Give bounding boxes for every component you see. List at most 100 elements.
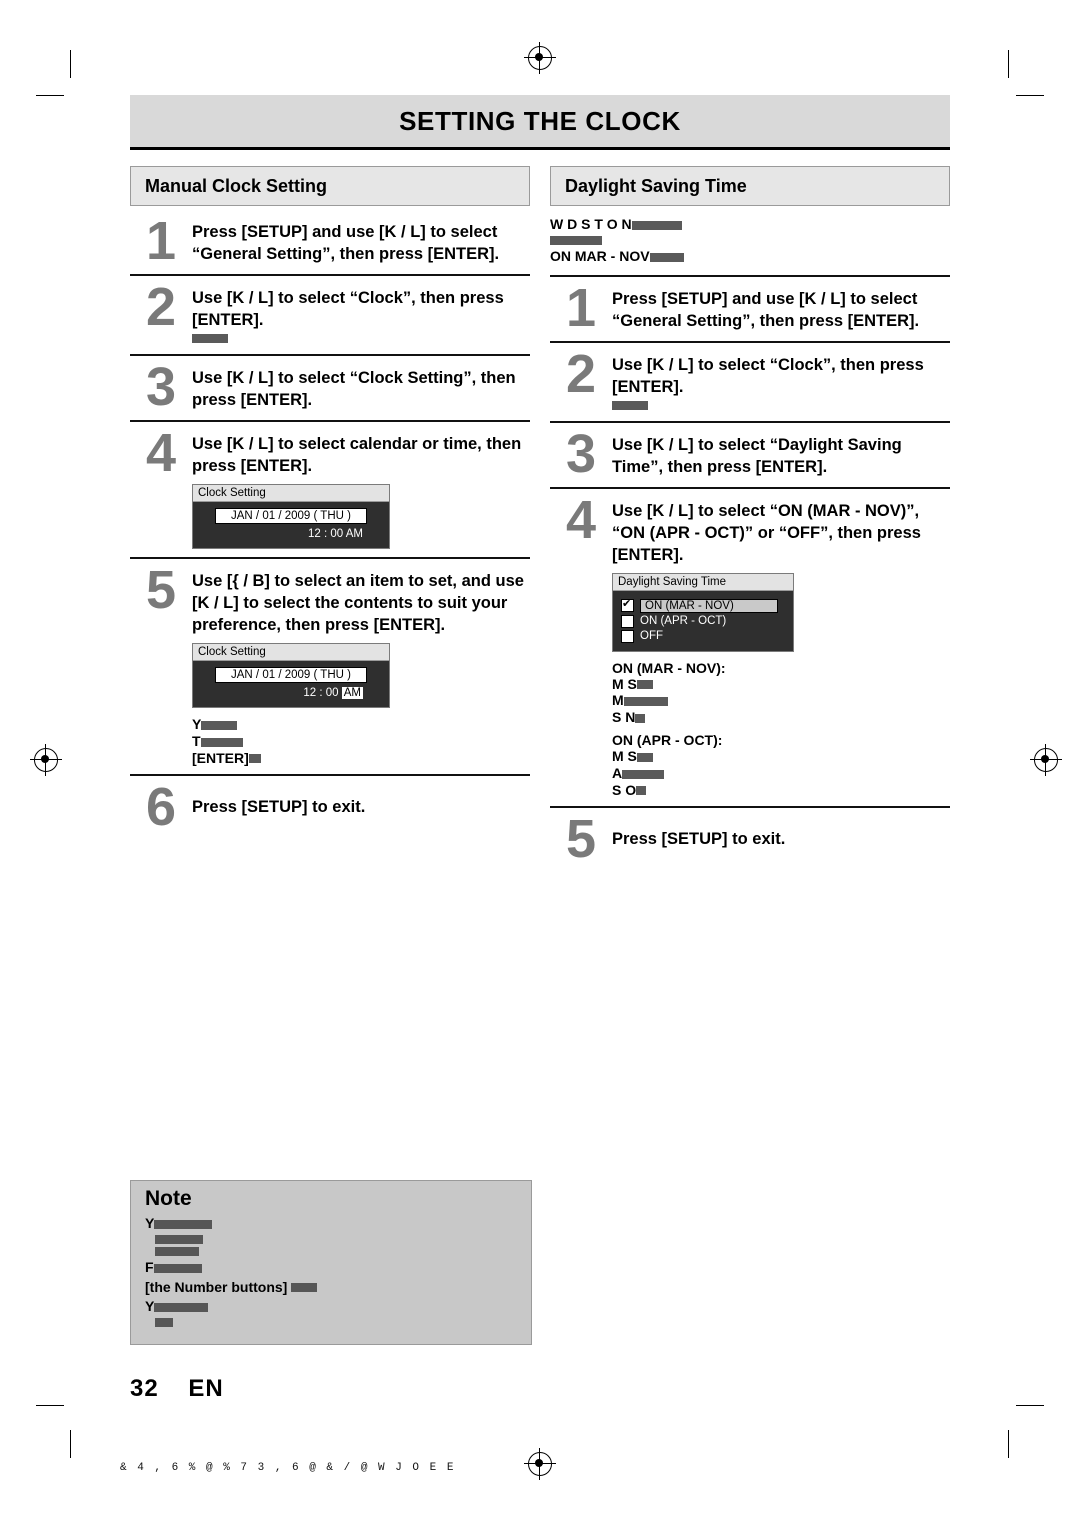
note-text: Y (145, 1215, 155, 1231)
blurred-text (153, 1263, 202, 1273)
dst-step-3: 3 Use [K / L] to select “Daylight Saving… (550, 423, 950, 489)
dst-step-2: 2 Use [K / L] to select “Clock”, then pr… (550, 343, 950, 423)
blurred-text (631, 220, 682, 230)
osd-body: JAN / 01 / 2009 ( THU ) 12 : 00 AM (193, 661, 389, 707)
blurred-text (201, 720, 238, 730)
step-body: Use [K / L] to select “Clock Setting”, t… (192, 362, 530, 411)
caption-group-on-apr-oct: ON (APR - OCT): M S A S O (612, 732, 950, 798)
dst-step-5: 5 Press [SETUP] to exit. (550, 808, 950, 872)
blurred-text (612, 400, 648, 410)
note-line-tail: Y (145, 1298, 517, 1315)
caption-line: M (612, 692, 950, 709)
registration-mark-top (524, 42, 556, 74)
crop-mark-left-upper (36, 95, 64, 96)
step-body: Use [K / L] to select calendar or time, … (192, 428, 530, 549)
step-body: Use [{ / B] to select an item to set, an… (192, 565, 530, 766)
caption-group-on-mar-nov: ON (MAR - NOV): M S M S N (612, 660, 950, 726)
page-language: EN (188, 1375, 224, 1402)
step-number: 4 (565, 489, 597, 550)
footnote-line-3: [ENTER] (192, 750, 530, 767)
right-column: Daylight Saving Time W D S T O N ON MAR … (550, 166, 950, 872)
caption-line: S N (612, 709, 950, 726)
page-footer: & 4 , 6 % @ % 7 3 , 6 @ & / @ W J O E E (120, 1462, 456, 1474)
blurred-text (192, 334, 228, 343)
osd-option-on-apr-oct[interactable]: ON (APR - OCT) (621, 614, 785, 628)
step-number: 2 (565, 343, 597, 404)
step-text: Press [SETUP] and use [K / L] to select … (612, 289, 920, 330)
step-text: Use [K / L] to select “Clock”, then pres… (612, 355, 924, 396)
blurred-text (155, 1246, 199, 1256)
step-number: 1 (145, 211, 177, 271)
step-1: 1 Press [SETUP] and use [K / L] to selec… (130, 210, 530, 276)
step-number: 3 (145, 357, 177, 417)
step-text: Use [K / L] to select “Clock”, then pres… (192, 289, 504, 329)
osd-time-row[interactable]: 12 : 00 AM (199, 524, 383, 540)
page-title-bar: SETTING THE CLOCK (130, 95, 950, 150)
footnote-line-1: Y (192, 716, 530, 733)
dst-intro-text: W D S T O N (550, 216, 632, 232)
checkbox-icon[interactable] (621, 614, 634, 628)
step-body: Press [SETUP] to exit. (612, 814, 950, 850)
step-number: 5 (565, 809, 597, 870)
crop-mark-left-lower (36, 1405, 64, 1406)
caption-line: M S (612, 676, 950, 693)
registration-mark-bottom (524, 1448, 556, 1480)
crop-mark-top-right (1008, 50, 1009, 78)
blurred-text (623, 697, 668, 707)
osd-daylight-saving-time: Daylight Saving Time ON (MAR - NOV) ON (… (612, 572, 794, 652)
osd-date-row[interactable]: JAN / 01 / 2009 ( THU ) (215, 667, 367, 683)
section-heading-daylight-saving-time: Daylight Saving Time (550, 166, 950, 206)
note-keyword: [the Number buttons] (145, 1278, 288, 1295)
step-body: Use [K / L] to select “ON (MAR - NOV)”, … (612, 495, 950, 799)
blurred-text (550, 235, 602, 245)
osd-time-ampm-highlight[interactable]: AM (341, 687, 363, 699)
step-number: 1 (565, 277, 597, 338)
section-heading-label: Manual Clock Setting (145, 175, 328, 196)
osd-date-row[interactable]: JAN / 01 / 2009 ( THU ) (215, 508, 367, 524)
step-2: 2 Use [K / L] to select “Clock”, then pr… (130, 276, 530, 356)
footnote-label: [ENTER] (192, 749, 249, 766)
note-text: F (145, 1258, 154, 1275)
osd-option-label: OFF (640, 630, 663, 643)
checkbox-checked-icon[interactable] (621, 597, 634, 613)
osd-option-off[interactable]: OFF (621, 629, 785, 643)
blurred-text (155, 1234, 203, 1244)
caption-text: S O (612, 781, 637, 798)
caption-heading: ON (APR - OCT): (612, 731, 723, 748)
osd-option-on-mar-nov[interactable]: ON (MAR - NOV) (621, 597, 785, 613)
step-6: 6 Press [SETUP] to exit. (130, 776, 530, 840)
blurred-text (636, 680, 653, 690)
osd-time-row[interactable]: 12 : 00 AM (199, 683, 383, 699)
step-3: 3 Use [K / L] to select “Clock Setting”,… (130, 356, 530, 422)
osd-option-label: ON (MAR - NOV) (640, 598, 778, 613)
caption-line: S O (612, 782, 950, 799)
dst-step-4: 4 Use [K / L] to select “ON (MAR - NOV)”… (550, 489, 950, 809)
note-line-1: Y (145, 1215, 517, 1232)
step-body: Use [K / L] to select “Clock”, then pres… (192, 282, 530, 346)
osd-clock-setting-step4: Clock Setting JAN / 01 / 2009 ( THU ) 12… (192, 484, 390, 549)
checkbox-icon[interactable] (621, 629, 634, 643)
crop-mark-bottom-left (70, 1430, 71, 1458)
step-text: Use [K / L] to select calendar or time, … (192, 435, 522, 475)
step-text: Press [SETUP] and use [K / L] to select … (192, 223, 500, 263)
note-text: Y (145, 1298, 155, 1315)
step-number: 2 (145, 277, 177, 337)
blurred-text (155, 1318, 173, 1328)
step-number: 5 (145, 560, 177, 620)
registration-mark-right (1030, 744, 1062, 776)
dst-intro-text: ON MAR - NOV (550, 247, 650, 264)
page-root: SETTING THE CLOCK Manual Clock Setting 1… (0, 0, 1080, 1528)
osd-body: ON (MAR - NOV) ON (APR - OCT) OFF (613, 590, 793, 651)
caption-line: M S (612, 748, 950, 765)
section-heading-label: Daylight Saving Time (565, 175, 747, 196)
step5-footnotes: Y T [ENTER] (192, 716, 530, 766)
footnote-line-2: T (192, 733, 530, 750)
step-number: 3 (565, 423, 597, 484)
step-text: Use [K / L] to select “Clock Setting”, t… (192, 369, 516, 409)
blurred-text (291, 1283, 318, 1293)
step-text: Use [{ / B] to select an item to set, an… (192, 572, 524, 634)
dst-intro-line-3: ON MAR - NOV (550, 248, 950, 265)
caption-text: M S (612, 675, 637, 692)
blurred-text (636, 752, 653, 762)
osd-title: Clock Setting (193, 485, 389, 502)
